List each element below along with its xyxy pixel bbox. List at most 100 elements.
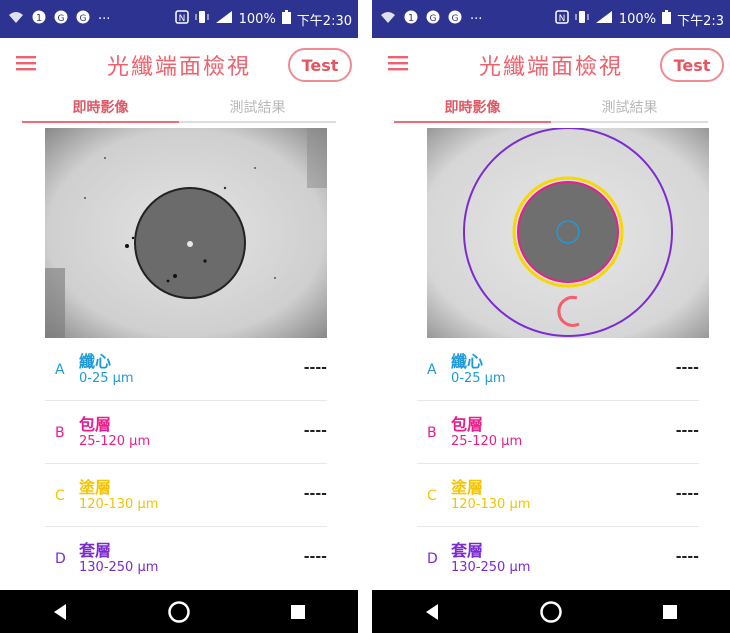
signal-icon — [215, 10, 233, 28]
layer-row-coating: C 塗層 120-130 µm ---- — [45, 464, 327, 527]
layer-range: 25-120 µm — [451, 434, 523, 449]
notification-icon-2: G — [54, 10, 68, 28]
menu-icon[interactable] — [388, 54, 410, 72]
notification-icon-2: G — [426, 10, 440, 28]
svg-text:G: G — [80, 14, 87, 24]
layer-name: 纖心 — [451, 352, 484, 371]
phone-screen-1: 1 G G ··· N 100% 下午2:30 光纖端面檢視 Test 即時影像… — [0, 0, 358, 633]
more-notifications-icon: ··· — [98, 11, 111, 27]
signal-icon — [595, 10, 613, 28]
layer-value: ---- — [675, 486, 699, 502]
clock: 下午2:30 — [296, 13, 352, 29]
layer-range: 120-130 µm — [79, 497, 159, 512]
layer-value: ---- — [675, 423, 699, 439]
wifi-icon — [380, 10, 396, 28]
navigation-bar — [0, 590, 358, 633]
layer-letter: A — [427, 362, 437, 378]
nfc-icon: N — [174, 10, 189, 28]
layer-value: ---- — [675, 360, 699, 376]
svg-text:N: N — [178, 14, 185, 24]
more-notifications-icon: ··· — [470, 11, 483, 27]
layer-row-core: A 纖心 0-25 µm ---- — [417, 338, 699, 401]
tab-bar: 即時影像 測試結果 — [394, 93, 708, 123]
layer-value: ---- — [303, 423, 327, 439]
svg-text:1: 1 — [408, 13, 414, 24]
layer-name: 塗層 — [451, 478, 484, 497]
status-bar: 1 G G ··· N 100% 下午2:30 — [0, 0, 358, 38]
fiber-layer-list: A 纖心 0-25 µm ---- B 包層 25-120 µm ---- C … — [45, 338, 327, 590]
tab-test-results[interactable]: 測試結果 — [551, 93, 708, 121]
layer-value: ---- — [303, 549, 327, 565]
layer-name: 塗層 — [79, 478, 112, 497]
recents-icon[interactable] — [278, 597, 318, 627]
layer-name: 纖心 — [79, 352, 112, 371]
vibrate-icon — [575, 10, 589, 28]
back-icon[interactable] — [412, 597, 452, 627]
recents-icon[interactable] — [650, 597, 690, 627]
back-icon[interactable] — [40, 597, 80, 627]
page-title: 光纖端面檢視 — [106, 55, 251, 80]
layer-name: 套層 — [451, 541, 484, 560]
layer-letter: A — [55, 362, 65, 378]
tab-test-results[interactable]: 測試結果 — [179, 93, 336, 121]
phone-screen-2: 1 G G ··· N 100% 下午2:3 光纖端面檢視 Test 即時影像 … — [372, 0, 730, 633]
layer-value: ---- — [675, 549, 699, 565]
navigation-bar — [372, 590, 730, 633]
layer-range: 0-25 µm — [451, 371, 506, 386]
layer-range: 130-250 µm — [451, 560, 531, 575]
battery-level: 100% — [238, 11, 276, 27]
test-button[interactable]: Test — [288, 48, 352, 82]
fiber-layer-list: A 纖心 0-25 µm ---- B 包層 25-120 µm ---- C … — [417, 338, 699, 590]
status-bar: 1 G G ··· N 100% 下午2:3 — [372, 0, 730, 38]
tab-bar: 即時影像 測試結果 — [22, 93, 336, 123]
layer-name: 包層 — [451, 415, 484, 434]
layer-row-coating: C 塗層 120-130 µm ---- — [417, 464, 699, 527]
layer-row-jacket: D 套層 130-250 µm ---- — [45, 527, 327, 590]
layer-value: ---- — [303, 360, 327, 376]
svg-text:1: 1 — [36, 13, 42, 24]
vibrate-icon — [195, 10, 209, 28]
fiber-endface-image — [45, 128, 327, 338]
notification-icon-1: 1 — [404, 10, 418, 28]
notification-icon-1: 1 — [32, 10, 46, 28]
svg-text:G: G — [58, 14, 65, 24]
battery-icon — [281, 10, 291, 28]
layer-name: 套層 — [79, 541, 112, 560]
layer-range: 130-250 µm — [79, 560, 159, 575]
layer-value: ---- — [303, 486, 327, 502]
clock: 下午2:3 — [677, 13, 724, 29]
fiber-endface-image-overlay — [427, 128, 709, 338]
battery-icon — [662, 10, 672, 28]
layer-letter: C — [55, 488, 65, 504]
svg-text:N: N — [559, 14, 566, 24]
menu-icon[interactable] — [16, 54, 38, 72]
notification-icon-3: G — [76, 10, 90, 28]
layer-letter: D — [55, 551, 66, 567]
app-bar: 光纖端面檢視 Test — [0, 38, 358, 92]
layer-row-core: A 纖心 0-25 µm ---- — [45, 338, 327, 401]
test-button[interactable]: Test — [660, 48, 724, 82]
nfc-icon: N — [555, 10, 569, 28]
layer-name: 包層 — [79, 415, 112, 434]
tab-live-image[interactable]: 即時影像 — [22, 93, 179, 123]
tab-live-image[interactable]: 即時影像 — [394, 93, 551, 123]
svg-text:G: G — [430, 14, 437, 24]
layer-letter: C — [427, 488, 437, 504]
svg-text:G: G — [452, 14, 459, 24]
app-bar: 光纖端面檢視 Test — [372, 38, 730, 92]
battery-level: 100% — [618, 11, 657, 27]
layer-letter: B — [427, 425, 437, 441]
wifi-icon — [8, 10, 24, 28]
layer-range: 25-120 µm — [79, 434, 151, 449]
layer-row-jacket: D 套層 130-250 µm ---- — [417, 527, 699, 590]
layer-range: 120-130 µm — [451, 497, 531, 512]
layer-row-cladding: B 包層 25-120 µm ---- — [417, 401, 699, 464]
home-icon[interactable] — [531, 597, 571, 627]
home-icon[interactable] — [159, 597, 199, 627]
notification-icon-3: G — [448, 10, 462, 28]
layer-range: 0-25 µm — [79, 371, 134, 386]
layer-letter: B — [55, 425, 65, 441]
layer-row-cladding: B 包層 25-120 µm ---- — [45, 401, 327, 464]
layer-letter: D — [427, 551, 438, 567]
page-title: 光纖端面檢視 — [478, 55, 623, 80]
